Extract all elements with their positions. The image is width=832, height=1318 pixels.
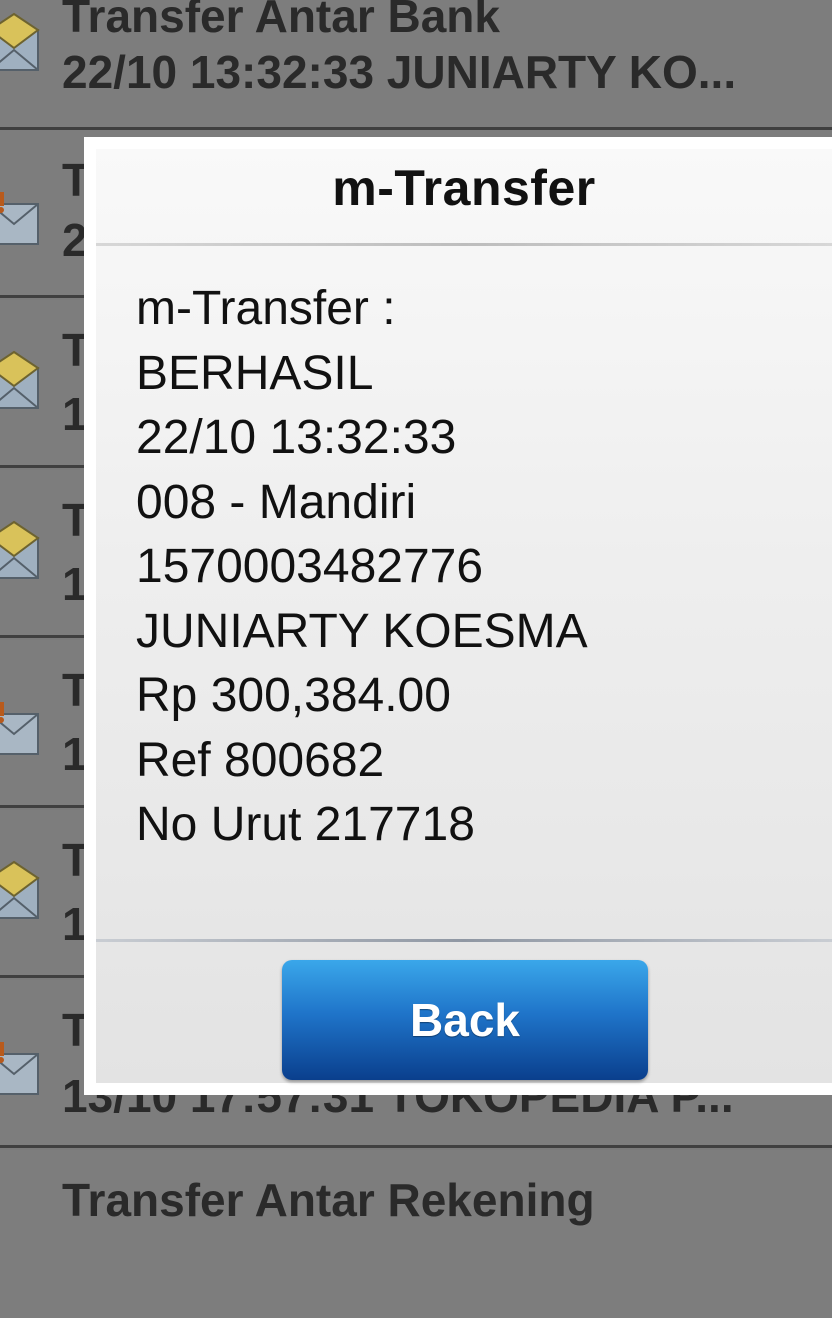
envelope-alert-icon: [0, 192, 39, 245]
message-line-datetime: 22/10 13:32:33: [136, 411, 457, 464]
message-line-status: BERHASIL: [136, 346, 374, 400]
transfer-message: m-Transfer : BERHASIL 22/10 13:32:33 008…: [136, 277, 812, 858]
dialog-panel: m-Transfer m-Transfer : BERHASIL 22/10 1…: [96, 149, 832, 1083]
list-item-title: Transfer Antar Bank: [62, 0, 500, 42]
list-item[interactable]: Transfer Antar Bank 22/10 13:32:33 JUNIA…: [0, 0, 832, 130]
message-line-bank: 008 - Mandiri: [136, 475, 417, 529]
message-line-recipient-name: JUNIARTY KOESMA: [136, 604, 588, 658]
back-button[interactable]: Back: [282, 960, 648, 1080]
list-item-title: Transfer Antar Rekening: [62, 1174, 595, 1226]
list-item-subtitle: 22/10 13:32:33 JUNIARTY KO...: [62, 46, 737, 98]
message-line-sequence-number: No Urut 217718: [136, 798, 475, 851]
message-line-amount: Rp 300,384.00: [136, 669, 451, 722]
envelope-open-icon: [0, 350, 40, 409]
transfer-result-dialog: m-Transfer m-Transfer : BERHASIL 22/10 1…: [84, 137, 832, 1095]
message-line-account-number: 1570003482776: [136, 540, 484, 593]
envelope-open-icon: [0, 520, 40, 579]
envelope-open-icon: [0, 860, 40, 919]
list-item[interactable]: Transfer Antar Rekening: [0, 1150, 832, 1318]
envelope-open-icon: [0, 12, 40, 71]
message-line-header: m-Transfer :: [136, 282, 396, 335]
message-line-reference: Ref 800682: [136, 733, 385, 787]
dialog-title: m-Transfer: [332, 160, 596, 216]
envelope-alert-icon: [0, 702, 39, 755]
envelope-alert-icon: [0, 1042, 39, 1095]
button-divider: [96, 939, 832, 942]
title-divider: [96, 243, 832, 246]
